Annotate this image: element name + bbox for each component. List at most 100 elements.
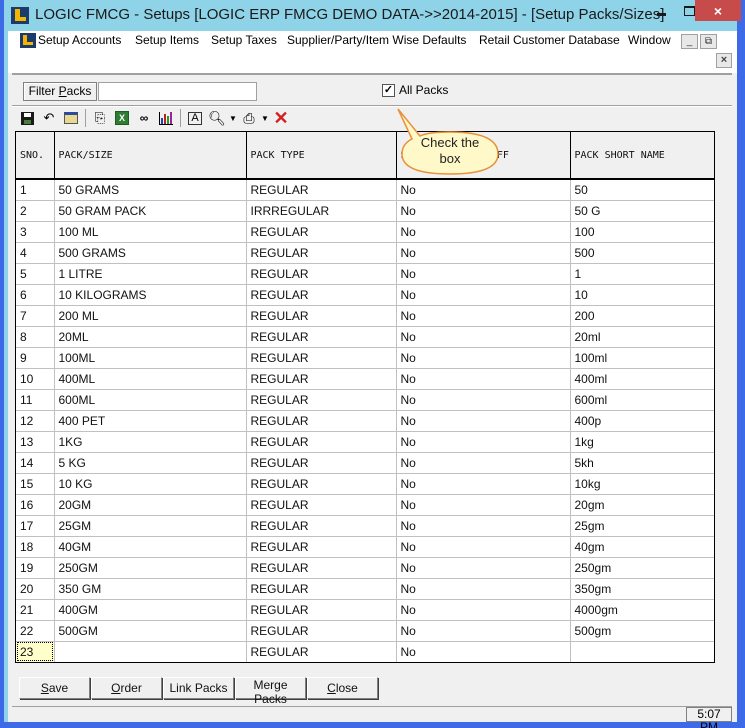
cell-sno[interactable]: 6 <box>16 284 55 306</box>
cell-skip-size-diff[interactable]: No <box>396 536 571 558</box>
cell-skip-size-diff[interactable]: No <box>396 515 571 537</box>
table-row[interactable]: 11 600ML REGULAR No 600ml <box>16 389 714 411</box>
menu-supplier-party-item-defaults[interactable]: Supplier/Party/Item Wise Defaults <box>287 33 466 47</box>
cell-pack-type[interactable]: REGULAR <box>246 494 397 516</box>
save-toolbar-button[interactable] <box>16 108 38 128</box>
filter-packs-input[interactable] <box>98 82 257 101</box>
table-row[interactable]: 22 500GM REGULAR No 500gm <box>16 620 714 642</box>
cell-sno[interactable]: 14 <box>16 452 55 474</box>
cell-pack-short-name[interactable]: 20gm <box>570 494 714 516</box>
table-row[interactable]: 4 500 GRAMS REGULAR No 500 <box>16 242 714 264</box>
print-preview-dropdown[interactable]: ▼ <box>228 114 238 123</box>
cell-skip-size-diff[interactable]: No <box>396 389 571 411</box>
cell-skip-size-diff[interactable]: No <box>396 557 571 579</box>
cell-sno[interactable]: 1 <box>16 179 55 201</box>
cell-pack-size[interactable]: 20ML <box>54 326 247 348</box>
cell-pack-size[interactable]: 10 KG <box>54 473 247 495</box>
cell-pack-short-name[interactable]: 10kg <box>570 473 714 495</box>
cell-sno[interactable]: 11 <box>16 389 55 411</box>
cell-sno[interactable]: 13 <box>16 431 55 453</box>
cell-pack-short-name[interactable]: 50 G <box>570 200 714 222</box>
cell-pack-type[interactable]: REGULAR <box>246 179 397 201</box>
cell-pack-size[interactable]: 40GM <box>54 536 247 558</box>
cell-pack-short-name[interactable]: 100 <box>570 221 714 243</box>
menu-retail-customer-database[interactable]: Retail Customer Database <box>479 33 620 47</box>
cell-pack-type[interactable]: REGULAR <box>246 410 397 432</box>
table-row[interactable]: 9 100ML REGULAR No 100ml <box>16 347 714 369</box>
cell-sno[interactable]: 15 <box>16 473 55 495</box>
cell-sno[interactable]: 10 <box>16 368 55 390</box>
cell-pack-short-name[interactable] <box>570 641 714 662</box>
cell-skip-size-diff[interactable]: No <box>396 620 571 642</box>
all-packs-option[interactable]: ✓ All Packs <box>382 83 448 97</box>
cell-pack-type[interactable]: REGULAR <box>246 515 397 537</box>
cell-pack-short-name[interactable]: 40gm <box>570 536 714 558</box>
save-button[interactable]: Save <box>19 677 90 699</box>
print-dropdown[interactable]: ▼ <box>260 114 270 123</box>
excel-toolbar-button[interactable]: X <box>111 108 133 128</box>
table-row[interactable]: 51 LITRE REGULAR No 1 <box>16 263 714 285</box>
cell-pack-size[interactable]: 10 KILOGRAMS <box>54 284 247 306</box>
cell-pack-size[interactable]: 1KG <box>54 431 247 453</box>
cell-pack-type[interactable]: IRRREGULAR <box>246 200 397 222</box>
table-row[interactable]: 18 40GM REGULAR No 40gm <box>16 536 714 558</box>
table-row[interactable]: 23 REGULAR No <box>16 641 714 662</box>
cell-pack-size[interactable]: 50 GRAMS <box>54 179 247 201</box>
menu-setup-items[interactable]: Setup Items <box>135 33 199 47</box>
cell-sno[interactable]: 2 <box>16 200 55 222</box>
cell-pack-type[interactable]: REGULAR <box>246 452 397 474</box>
table-row[interactable]: 8 20ML REGULAR No 20ml <box>16 326 714 348</box>
cell-skip-size-diff[interactable]: No <box>396 347 571 369</box>
table-row[interactable]: 17 25GM REGULAR No 25gm <box>16 515 714 537</box>
table-row[interactable]: 13 1KG REGULAR No 1kg <box>16 431 714 453</box>
cell-sno[interactable]: 21 <box>16 599 55 621</box>
cell-skip-size-diff[interactable]: No <box>396 221 571 243</box>
cell-pack-type[interactable]: REGULAR <box>246 305 397 327</box>
cell-skip-size-diff[interactable]: No <box>396 494 571 516</box>
copy-toolbar-button[interactable]: ⎘ <box>89 108 111 128</box>
cell-pack-short-name[interactable]: 400ml <box>570 368 714 390</box>
cell-pack-type[interactable]: REGULAR <box>246 536 397 558</box>
cell-pack-type[interactable]: REGULAR <box>246 368 397 390</box>
col-header-pack-type[interactable]: PACK TYPE <box>246 132 397 180</box>
table-row[interactable]: 6 10 KILOGRAMS REGULAR No 10 <box>16 284 714 306</box>
merge-packs-button[interactable]: Merge Packs <box>235 677 306 706</box>
cell-pack-type[interactable]: REGULAR <box>246 326 397 348</box>
cell-skip-size-diff[interactable]: No <box>396 410 571 432</box>
cell-sno[interactable]: 4 <box>16 242 55 264</box>
cell-pack-short-name[interactable]: 500 <box>570 242 714 264</box>
mdi-close-button[interactable]: × <box>716 53 732 68</box>
mdi-restore-button[interactable]: ⧉ <box>700 34 717 49</box>
cell-pack-type[interactable]: REGULAR <box>246 242 397 264</box>
cell-pack-type[interactable]: REGULAR <box>246 620 397 642</box>
cell-pack-type[interactable]: REGULAR <box>246 473 397 495</box>
link-packs-button[interactable]: Link Packs <box>163 677 234 699</box>
cell-pack-short-name[interactable]: 10 <box>570 284 714 306</box>
table-row[interactable]: 21 400GM REGULAR No 4000gm <box>16 599 714 621</box>
cell-pack-short-name[interactable]: 600ml <box>570 389 714 411</box>
menu-setup-taxes[interactable]: Setup Taxes <box>211 33 277 47</box>
cell-sno[interactable]: 3 <box>16 221 55 243</box>
table-row[interactable]: 19 250GM REGULAR No 250gm <box>16 557 714 579</box>
cell-pack-size[interactable]: 20GM <box>54 494 247 516</box>
delete-toolbar-button[interactable]: ✕ <box>270 108 292 128</box>
cell-pack-short-name[interactable]: 200 <box>570 305 714 327</box>
menu-window[interactable]: Window <box>628 33 671 47</box>
cell-pack-type[interactable]: REGULAR <box>246 431 397 453</box>
cell-pack-size[interactable]: 5 KG <box>54 452 247 474</box>
packs-grid[interactable]: SNO. PACK/SIZE PACK TYPE SKIP FOR SIZE D… <box>15 131 715 663</box>
table-row[interactable]: 10 400ML REGULAR No 400ml <box>16 368 714 390</box>
close-window-button[interactable]: × <box>695 0 741 21</box>
table-row[interactable]: 14 5 KG REGULAR No 5kh <box>16 452 714 474</box>
col-header-pack-short-name[interactable]: PACK SHORT NAME <box>570 132 714 180</box>
cell-sno[interactable]: 17 <box>16 515 55 537</box>
cell-pack-type[interactable]: REGULAR <box>246 221 397 243</box>
cell-pack-short-name[interactable]: 1kg <box>570 431 714 453</box>
cell-pack-size[interactable]: 400 PET <box>54 410 247 432</box>
cell-sno[interactable]: 8 <box>16 326 55 348</box>
cell-pack-short-name[interactable]: 20ml <box>570 326 714 348</box>
table-row[interactable]: 12 400 PET REGULAR No 400p <box>16 410 714 432</box>
cell-pack-size[interactable]: 400ML <box>54 368 247 390</box>
cell-pack-type[interactable]: REGULAR <box>246 641 397 662</box>
table-row[interactable]: 7 200 ML REGULAR No 200 <box>16 305 714 327</box>
